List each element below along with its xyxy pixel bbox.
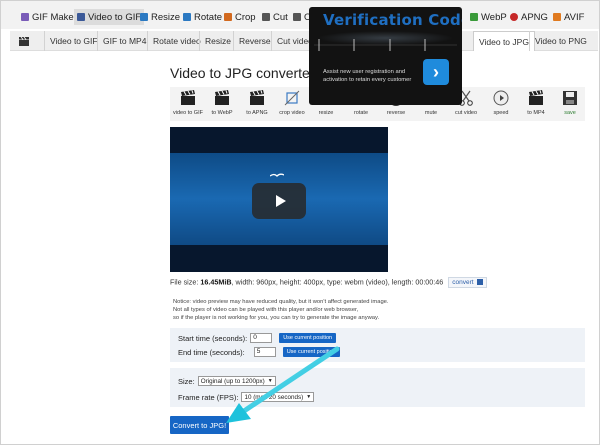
top-navigation: GIF Maker Video to GIF Resize Rotate Cro… <box>1 1 599 29</box>
chevron-down-icon: ▼ <box>267 377 273 384</box>
end-time-row: End time (seconds): 5 Use current positi… <box>178 347 340 357</box>
nav-cut[interactable]: Cut <box>262 10 288 24</box>
tool-to-apng[interactable]: to APNG <box>239 87 275 121</box>
nav-video-to-gif[interactable]: Video to GIF <box>74 9 145 25</box>
popup-next-button[interactable]: › <box>423 59 449 85</box>
speed-icon <box>493 90 509 106</box>
tool-speed[interactable]: speed <box>483 87 519 121</box>
file-size: 16.45MiB <box>200 277 232 287</box>
tab-video-to-jpg[interactable]: Video to JPG <box>473 31 535 51</box>
tab-rotate-video[interactable]: Rotate video <box>147 31 206 51</box>
fps-label: Frame rate (FPS): <box>178 392 239 402</box>
tab-gif-to-mp4[interactable]: GIF to MP4 <box>97 31 151 51</box>
clapperboard-icon <box>215 90 229 105</box>
size-label: Size: <box>178 376 195 386</box>
code-input-ticks <box>314 39 457 51</box>
video-icon <box>77 13 85 21</box>
tab-resize[interactable]: Resize <box>199 31 236 51</box>
optimize-icon <box>293 13 301 21</box>
tool-video-to-gif[interactable]: video to GIF <box>170 87 206 121</box>
browser-page: GIF Maker Video to GIF Resize Rotate Cro… <box>0 0 600 445</box>
size-select[interactable]: Original (up to 1200px) ▼ <box>197 376 276 386</box>
avif-icon <box>553 13 561 21</box>
webp-icon <box>470 13 478 21</box>
clapperboard-icon <box>250 90 264 105</box>
play-icon <box>275 195 286 207</box>
popup-title: Verification Code <box>323 11 462 29</box>
end-time-label: End time (seconds): <box>178 347 245 357</box>
use-current-start-button[interactable]: Use current position <box>279 333 337 343</box>
rotate-icon <box>183 13 191 21</box>
end-time-input[interactable]: 5 <box>253 347 276 357</box>
convert-icon <box>477 279 484 286</box>
clapperboard-icon <box>529 90 543 105</box>
convert-to-jpg-button[interactable]: Convert to JPG! <box>170 416 229 434</box>
fps-select[interactable]: 10 (max 20 seconds) ▼ <box>241 392 315 402</box>
tab-video-to-png[interactable]: Video to PNG <box>529 31 592 51</box>
file-info: File size: 16.45MiB, width: 960px, heigh… <box>170 277 488 288</box>
chevron-right-icon: › <box>433 61 439 82</box>
crop-icon <box>284 90 300 106</box>
tab-video-to-gif[interactable]: Video to GIF <box>44 31 103 51</box>
size-row: Size: Original (up to 1200px) ▼ <box>178 376 276 386</box>
video-player[interactable] <box>170 127 388 272</box>
resize-icon <box>140 13 148 21</box>
chevron-down-icon: ▼ <box>306 393 312 400</box>
cut-icon <box>262 13 270 21</box>
nav-avif[interactable]: AVIF <box>553 10 584 24</box>
tool-save[interactable]: save <box>552 87 588 121</box>
nav-rotate[interactable]: Rotate <box>183 10 222 24</box>
crop-icon <box>224 13 232 21</box>
play-button[interactable] <box>252 183 306 219</box>
clapperboard-icon <box>19 36 29 46</box>
start-time-row: Start time (seconds): 0 Use current posi… <box>178 333 337 343</box>
time-range-panel: Start time (seconds): 0 Use current posi… <box>170 328 585 362</box>
fps-row: Frame rate (FPS): 10 (max 20 seconds) ▼ <box>178 392 315 402</box>
options-panel: Size: Original (up to 1200px) ▼ Frame rat… <box>170 368 585 407</box>
convert-button[interactable]: convert <box>448 277 488 288</box>
use-current-end-button[interactable]: Use current position <box>282 347 340 357</box>
nav-webp[interactable]: WebP <box>470 10 507 24</box>
gif-maker-icon <box>21 13 29 21</box>
popup-description: Assist new user registration and activat… <box>323 69 412 83</box>
save-icon <box>563 91 577 105</box>
verification-code-popup: Verification Code Assist new user regist… <box>309 7 462 105</box>
nav-crop[interactable]: Crop <box>224 10 256 24</box>
notice-text: Notice: video preview may have reduced q… <box>173 299 389 322</box>
tool-crop-video[interactable]: crop video <box>274 87 310 121</box>
video-home-tab[interactable] <box>10 31 38 51</box>
file-details: , width: 960px, height: 400px, type: web… <box>231 277 444 287</box>
start-time-input[interactable]: 0 <box>250 333 273 343</box>
page-title: Video to JPG converter <box>170 65 315 81</box>
apng-icon <box>510 13 518 21</box>
seagull-figure <box>270 173 284 177</box>
start-time-label: Start time (seconds): <box>178 333 248 343</box>
nav-resize[interactable]: Resize <box>140 10 180 24</box>
clapperboard-icon <box>181 90 195 105</box>
tool-to-webp[interactable]: to WebP <box>204 87 240 121</box>
nav-apng[interactable]: APNG <box>510 10 548 24</box>
tab-reverse[interactable]: Reverse <box>233 31 276 51</box>
nav-gif-maker[interactable]: GIF Maker <box>21 10 77 24</box>
tool-to-mp4[interactable]: to MP4 <box>518 87 554 121</box>
sub-navigation: Video to GIF GIF to MP4 Rotate video Res… <box>10 31 598 51</box>
